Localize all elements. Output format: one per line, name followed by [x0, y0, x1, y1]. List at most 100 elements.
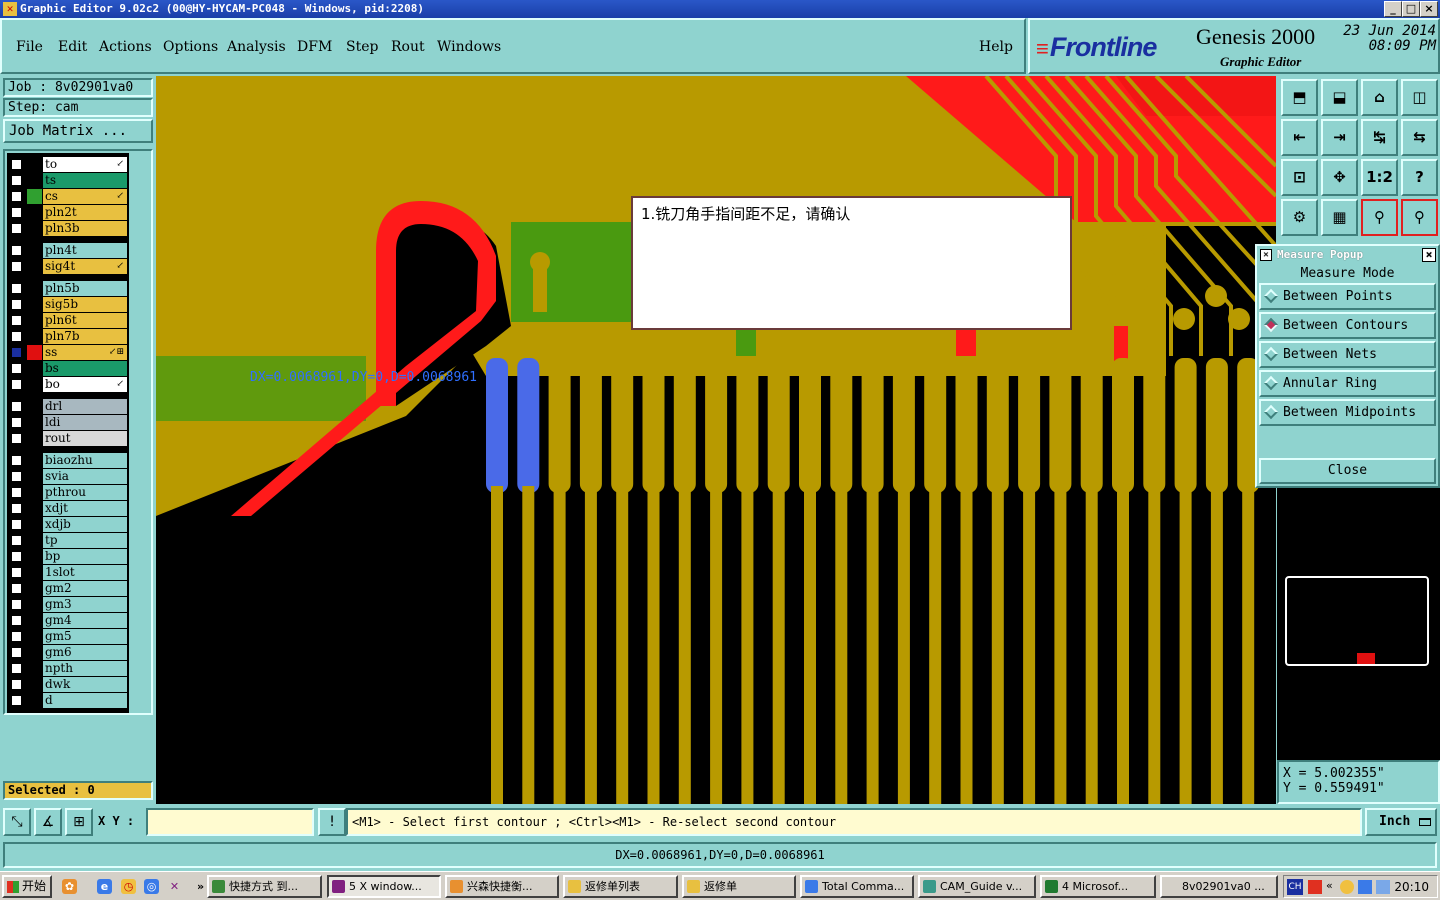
- layer-checkbox[interactable]: [11, 223, 22, 234]
- selected-finger[interactable]: [517, 358, 540, 493]
- job-matrix-button[interactable]: Job Matrix ...: [3, 119, 153, 143]
- layer-name[interactable]: gm3: [43, 597, 127, 612]
- gold-finger[interactable]: [673, 358, 696, 493]
- layer-checkbox[interactable]: [11, 261, 22, 272]
- tool-button-icon[interactable]: ?: [1401, 159, 1438, 196]
- more-icon[interactable]: »: [193, 879, 208, 894]
- menu-actions[interactable]: Actions: [99, 39, 152, 55]
- layer-name[interactable]: ts: [43, 173, 127, 188]
- taskbar-task[interactable]: 8v02901va0 ...: [1160, 875, 1278, 898]
- tool-button-icon[interactable]: ↹: [1361, 119, 1398, 156]
- taskbar-task[interactable]: 返修单: [682, 875, 796, 898]
- layer-color-swatch[interactable]: [27, 345, 42, 360]
- layer-name[interactable]: pln2t: [43, 205, 127, 220]
- gold-finger[interactable]: [924, 358, 947, 493]
- layer-row[interactable]: drl: [7, 399, 129, 414]
- gold-finger[interactable]: [1205, 358, 1228, 493]
- tool-button-icon[interactable]: ⇆: [1401, 119, 1438, 156]
- layer-color-swatch[interactable]: [27, 173, 42, 188]
- layer-row[interactable]: npth: [7, 661, 129, 676]
- layer-row[interactable]: ldi: [7, 415, 129, 430]
- menu-analysis[interactable]: Analysis: [227, 39, 286, 55]
- measure-option[interactable]: Between Contours: [1259, 312, 1436, 339]
- taskbar-task[interactable]: Total Comma...: [800, 875, 914, 898]
- layer-name[interactable]: gm5: [43, 629, 127, 644]
- browser-icon[interactable]: ◎: [144, 879, 159, 894]
- layer-checkbox[interactable]: [11, 299, 22, 310]
- layer-color-swatch[interactable]: [27, 399, 42, 414]
- layer-row[interactable]: bs: [7, 361, 129, 376]
- unit-selector[interactable]: Inch: [1365, 808, 1437, 836]
- taskbar-task[interactable]: 4 Microsof...: [1040, 875, 1156, 898]
- layer-color-swatch[interactable]: [27, 415, 42, 430]
- layer-name[interactable]: pln4t: [43, 243, 127, 258]
- start-button[interactable]: 开始: [2, 875, 52, 898]
- layer-color-swatch[interactable]: [27, 297, 42, 312]
- layer-checkbox[interactable]: [11, 599, 22, 610]
- layer-color-swatch[interactable]: [27, 565, 42, 580]
- layer-color-swatch[interactable]: [27, 377, 42, 392]
- gold-finger[interactable]: [1080, 358, 1103, 493]
- measure-option[interactable]: Between Nets: [1259, 341, 1436, 368]
- layer-name[interactable]: tp: [43, 533, 127, 548]
- measure-close-button[interactable]: Close: [1259, 458, 1436, 484]
- tool-button-icon[interactable]: ▦: [1321, 199, 1358, 236]
- gold-finger[interactable]: [986, 358, 1009, 493]
- layer-checkbox[interactable]: [11, 331, 22, 342]
- layer-name[interactable]: drl: [43, 399, 127, 414]
- layer-row[interactable]: bp: [7, 549, 129, 564]
- layer-checkbox[interactable]: [11, 615, 22, 626]
- layer-name[interactable]: gm6: [43, 645, 127, 660]
- gold-finger[interactable]: [799, 358, 821, 493]
- taskbar-task[interactable]: 兴森快捷衡...: [445, 875, 559, 898]
- gold-finger[interactable]: [579, 358, 602, 493]
- gold-finger[interactable]: [736, 358, 759, 493]
- layer-checkbox[interactable]: [11, 245, 22, 256]
- gold-finger[interactable]: [830, 358, 853, 493]
- tool-button-icon[interactable]: ⇥: [1321, 119, 1358, 156]
- layer-name[interactable]: xdjb: [43, 517, 127, 532]
- layer-name[interactable]: pln7b: [43, 329, 127, 344]
- close-window-button[interactable]: ×: [1420, 1, 1438, 17]
- layer-name[interactable]: xdjt: [43, 501, 127, 516]
- layer-checkbox[interactable]: [11, 191, 22, 202]
- layer-checkbox[interactable]: [11, 631, 22, 642]
- tray-network-icon[interactable]: [1358, 880, 1372, 894]
- layer-row[interactable]: cs ↙: [7, 189, 129, 204]
- layer-checkbox[interactable]: [11, 471, 22, 482]
- tray-expand-icon[interactable]: «: [1326, 879, 1333, 892]
- menu-rout[interactable]: Rout: [391, 39, 425, 55]
- layer-checkbox[interactable]: [11, 175, 22, 186]
- layer-row[interactable]: gm2: [7, 581, 129, 596]
- layer-checkbox[interactable]: [11, 535, 22, 546]
- tray-volume-icon[interactable]: [1376, 880, 1390, 894]
- layer-color-swatch[interactable]: [27, 205, 42, 220]
- layer-row[interactable]: gm4: [7, 613, 129, 628]
- menu-dfm[interactable]: DFM: [297, 39, 332, 55]
- layer-checkbox[interactable]: [11, 401, 22, 412]
- measure-option[interactable]: Between Midpoints: [1259, 399, 1436, 426]
- layer-name[interactable]: bs: [43, 361, 127, 376]
- taskbar-task[interactable]: CAM_Guide v...: [918, 875, 1036, 898]
- layer-color-swatch[interactable]: [27, 533, 42, 548]
- menu-step[interactable]: Step: [346, 39, 378, 55]
- gold-finger[interactable]: [642, 358, 665, 493]
- layer-row[interactable]: pln2t: [7, 205, 129, 220]
- language-indicator[interactable]: CH: [1287, 879, 1303, 895]
- popup-close-icon[interactable]: ×: [1422, 248, 1436, 262]
- layer-checkbox[interactable]: [11, 519, 22, 530]
- layer-checkbox[interactable]: [11, 487, 22, 498]
- layer-color-swatch[interactable]: [27, 313, 42, 328]
- layer-color-swatch[interactable]: [27, 517, 42, 532]
- layer-row[interactable]: gm3: [7, 597, 129, 612]
- measure-option[interactable]: Annular Ring: [1259, 370, 1436, 397]
- layer-color-swatch[interactable]: [27, 189, 42, 204]
- measure-option[interactable]: Between Points: [1259, 283, 1436, 310]
- layer-color-swatch[interactable]: [27, 549, 42, 564]
- gold-finger[interactable]: [1112, 358, 1134, 493]
- layer-color-swatch[interactable]: [27, 613, 42, 628]
- pcb-drawing[interactable]: [156, 76, 1276, 804]
- layer-row[interactable]: biaozhu: [7, 453, 129, 468]
- tool-button-icon[interactable]: ⬓: [1321, 79, 1358, 116]
- menu-edit[interactable]: Edit: [58, 39, 87, 55]
